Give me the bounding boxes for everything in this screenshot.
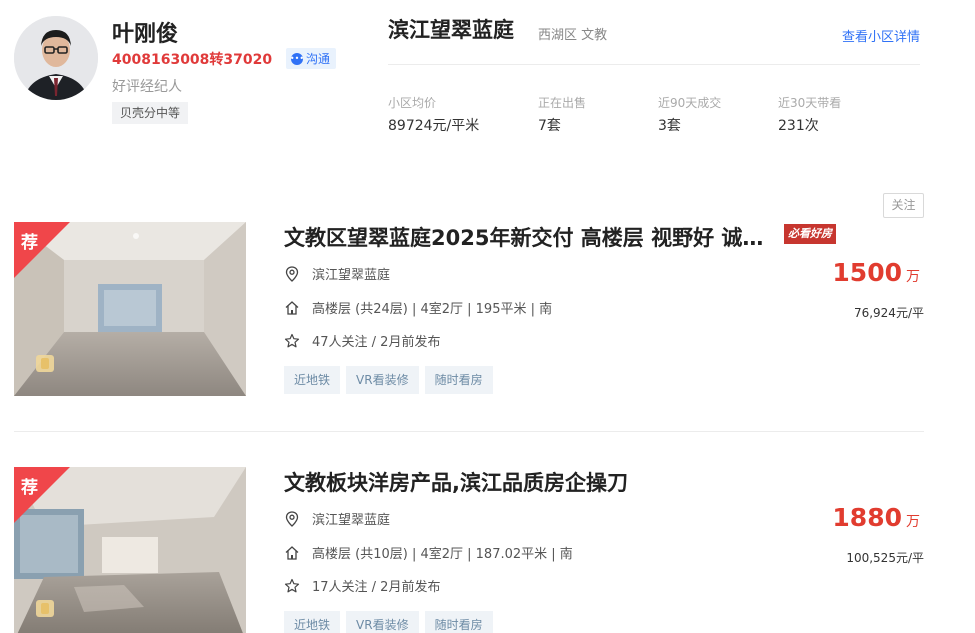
agent-score-tag: 贝壳分中等 — [112, 102, 189, 124]
stat-viewings-30d: 近30天带看 231次 — [778, 94, 841, 135]
vr-icon — [34, 597, 56, 619]
house-icon — [284, 545, 300, 561]
listing-follow-row: 47人关注 / 2月前发布 — [284, 331, 440, 350]
recommend-badge-label: 荐 — [21, 478, 38, 498]
chat-button-label: 沟通 — [306, 52, 331, 66]
agent-role: 好评经纪人 — [112, 79, 182, 95]
stat-label: 小区均价 — [388, 96, 437, 110]
stat-sold-90d: 近90天成交 3套 — [658, 94, 721, 135]
divider — [14, 431, 924, 432]
chat-bubble-icon: ••• — [289, 52, 305, 65]
agent-card: 叶刚俊 4008163008转37020 ••• 沟通 好评经纪人 贝壳分中等 — [14, 16, 364, 126]
stat-label: 近90天成交 — [658, 96, 722, 110]
tag-near-subway[interactable]: 近地铁 — [284, 366, 341, 394]
tag-vr-decoration[interactable]: VR看装修 — [346, 611, 419, 633]
listing-community-row: 滨江望翠蓝庭 — [284, 509, 390, 528]
recommend-badge: 荐 — [14, 222, 70, 278]
stat-label: 近30天带看 — [778, 96, 842, 110]
price-unit: 万 — [906, 514, 920, 530]
price-value: 1880 — [832, 503, 902, 532]
listing-follow-info: 47人关注 / 2月前发布 — [312, 335, 441, 350]
listing-follow-info: 17人关注 / 2月前发布 — [312, 580, 441, 595]
stat-value: 3套 — [658, 118, 681, 134]
tag-near-subway[interactable]: 近地铁 — [284, 611, 341, 633]
divider — [388, 64, 920, 65]
tag-vr-decoration[interactable]: VR看装修 — [346, 366, 419, 394]
listing-community-name[interactable]: 滨江望翠蓝庭 — [312, 264, 390, 283]
listing-community-name[interactable]: 滨江望翠蓝庭 — [312, 509, 390, 528]
location-pin-icon — [284, 510, 300, 527]
tag-view-anytime[interactable]: 随时看房 — [424, 611, 493, 633]
star-icon — [284, 333, 300, 349]
listing-details: 高楼层 (共24层) | 4室2厅 | 195平米 | 南 — [312, 302, 553, 317]
agent-phone: 4008163008转37020 — [112, 52, 273, 68]
stat-value: 231次 — [778, 118, 819, 134]
listing-details: 高楼层 (共10层) | 4室2厅 | 187.02平米 | 南 — [312, 547, 573, 562]
agent-avatar[interactable] — [14, 16, 98, 100]
stat-value: 7套 — [538, 118, 561, 134]
recommend-badge-label: 荐 — [21, 233, 38, 253]
price-value: 1500 — [832, 258, 902, 287]
must-see-badge: 必看好房 — [784, 224, 836, 244]
listing-total-price: 1880 万 — [832, 503, 920, 532]
chat-button[interactable]: ••• 沟通 — [286, 48, 337, 69]
stat-avg-price: 小区均价 89724元/平米 — [388, 94, 479, 135]
recommend-badge: 荐 — [14, 467, 70, 523]
listing-tags: 近地铁 VR看装修 随时看房 — [284, 366, 493, 394]
community-header: 滨江望翠蓝庭 西湖区 文教 查看小区详情 小区均价 89724元/平米 正在出售… — [388, 14, 920, 134]
stat-label: 正在出售 — [538, 96, 587, 110]
listing-title[interactable]: 文教板块洋房产品,滨江品质房企操刀 — [284, 467, 628, 497]
community-detail-link[interactable]: 查看小区详情 — [842, 26, 920, 45]
listing-photo[interactable]: 荐 — [14, 467, 246, 633]
community-name: 滨江望翠蓝庭 — [388, 18, 514, 42]
listing-tags: 近地铁 VR看装修 随时看房 — [284, 611, 493, 633]
listing-card: 荐 文教板块洋房产品,滨江品质房企操刀 滨江望翠蓝庭 高楼层 (共10层) | … — [14, 467, 924, 633]
listing-details-row: 高楼层 (共10层) | 4室2厅 | 187.02平米 | 南 — [284, 543, 573, 562]
listing-details-row: 高楼层 (共24层) | 4室2厅 | 195平米 | 南 — [284, 298, 552, 317]
tag-view-anytime[interactable]: 随时看房 — [424, 366, 493, 394]
location-pin-icon — [284, 265, 300, 282]
listing-unit-price: 76,924元/平 — [853, 306, 924, 320]
stat-on-sale: 正在出售 7套 — [538, 94, 586, 135]
vr-icon — [34, 352, 56, 374]
agent-name: 叶刚俊 — [112, 22, 179, 47]
listing-card: 荐 文教区望翠蓝庭2025年新交付 高楼层 视野好 诚… 必看好房 滨江望翠蓝庭… — [14, 222, 924, 402]
house-icon — [284, 300, 300, 316]
listing-unit-price: 100,525元/平 — [846, 551, 924, 565]
listing-community-row: 滨江望翠蓝庭 — [284, 264, 390, 283]
listing-follow-row: 17人关注 / 2月前发布 — [284, 576, 440, 595]
star-icon — [284, 578, 300, 594]
stat-value: 89724元/平米 — [388, 118, 480, 134]
follow-button[interactable]: 关注 — [883, 193, 924, 218]
price-unit: 万 — [906, 269, 920, 285]
listing-title[interactable]: 文教区望翠蓝庭2025年新交付 高楼层 视野好 诚… — [284, 222, 763, 252]
listing-photo[interactable]: 荐 — [14, 222, 246, 396]
community-area: 西湖区 文教 — [538, 28, 608, 43]
listing-total-price: 1500 万 — [832, 258, 920, 287]
